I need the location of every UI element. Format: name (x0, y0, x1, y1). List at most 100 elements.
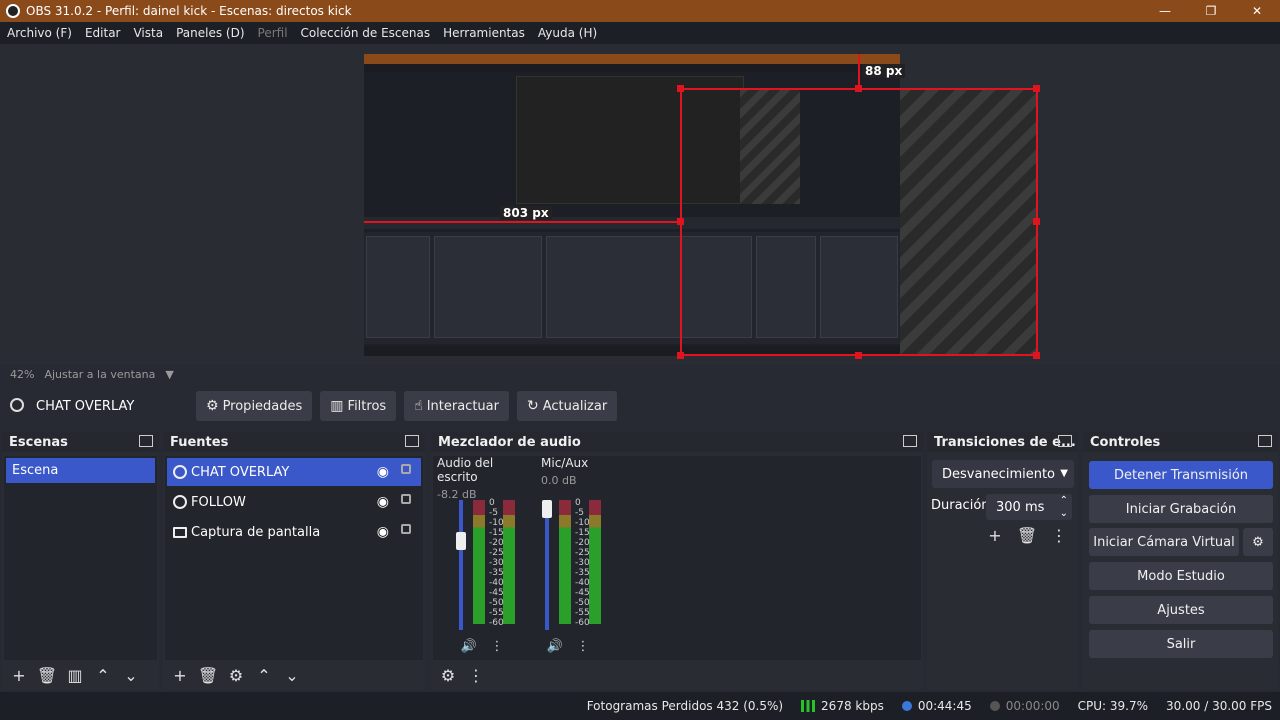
menu-ayuda[interactable]: Ayuda (H) (531, 26, 603, 40)
lock-icon[interactable] (401, 464, 411, 474)
refresh-button[interactable]: ↻ Actualizar (516, 391, 618, 421)
close-button[interactable]: ✕ (1234, 0, 1280, 22)
speaker-icon[interactable]: 🔊 (545, 636, 565, 656)
preview-nested-dock (366, 236, 430, 338)
resize-handle[interactable] (677, 85, 684, 92)
volume-knob[interactable] (456, 532, 466, 550)
distance-guide-horizontal (364, 221, 680, 223)
resize-handle[interactable] (855, 352, 862, 359)
volume-knob[interactable] (542, 500, 552, 518)
resize-handle[interactable] (677, 218, 684, 225)
move-down-icon[interactable]: ⌄ (120, 664, 142, 686)
menu-paneles[interactable]: Paneles (D) (169, 26, 250, 40)
browser-source-icon (173, 465, 187, 479)
virtual-camera-gear-icon[interactable]: ⚙ (1243, 528, 1273, 556)
more-options-icon[interactable]: ⋮ (487, 636, 507, 656)
undock-icon[interactable] (903, 435, 917, 447)
eye-icon[interactable]: ◉ (377, 524, 389, 540)
eye-icon[interactable]: ◉ (377, 494, 389, 510)
status-bar: Fotogramas Perdidos 432 (0.5%) 2678 kbps… (0, 692, 1280, 720)
gear-icon[interactable]: ⚙ (225, 664, 247, 686)
properties-button[interactable]: ⚙ Propiedades (196, 391, 313, 421)
lock-icon[interactable] (401, 494, 411, 504)
add-icon[interactable]: + (8, 664, 30, 686)
channel-footer: 🔊 ⋮ (459, 636, 515, 656)
tick: 0 (489, 498, 495, 508)
filters-button[interactable]: ▥ Filtros (320, 391, 397, 421)
filter-icon: ▥ (330, 398, 344, 414)
tick: -25 (489, 548, 504, 558)
trash-icon[interactable]: 🗑 (1016, 524, 1038, 546)
more-options-icon[interactable]: ⋮ (573, 636, 593, 656)
lock-icon[interactable] (401, 524, 411, 534)
resize-handle[interactable] (1033, 352, 1040, 359)
resize-handle[interactable] (1033, 218, 1040, 225)
cpu-usage: CPU: 39.7% (1078, 699, 1148, 713)
trash-icon[interactable]: 🗑 (36, 664, 58, 686)
duration-spinbox[interactable]: 300 ms ⌃ ⌄ (986, 494, 1072, 520)
menu-coleccion-escenas[interactable]: Colección de Escenas (294, 26, 437, 40)
settings-button[interactable]: Ajustes (1089, 596, 1273, 624)
source-item[interactable]: FOLLOW ◉ (167, 488, 421, 516)
eye-icon[interactable]: ◉ (377, 464, 389, 480)
add-icon[interactable]: + (984, 524, 1006, 546)
add-icon[interactable]: + (169, 664, 191, 686)
fps: 30.00 / 30.00 FPS (1166, 699, 1272, 713)
mixer-channel: Mic/Aux 0.0 dB 0 -5 -10 -15 -20 -25 -30 … (537, 456, 633, 660)
tick: -5 (489, 508, 498, 518)
studio-mode-button[interactable]: Modo Estudio (1089, 562, 1273, 590)
scene-item[interactable]: Escena (6, 458, 155, 483)
tick: -60 (489, 618, 504, 628)
start-virtual-camera-button[interactable]: Iniciar Cámara Virtual (1089, 528, 1239, 556)
trash-icon[interactable]: 🗑 (197, 664, 219, 686)
fps-text: 30.00 / 30.00 FPS (1166, 699, 1272, 713)
move-up-icon[interactable]: ⌃ (253, 664, 275, 686)
resize-handle[interactable] (855, 85, 862, 92)
maximize-button[interactable]: ❐ (1188, 0, 1234, 22)
menu-editar[interactable]: Editar (78, 26, 127, 40)
undock-icon[interactable] (1258, 435, 1272, 447)
tick: -20 (575, 538, 590, 548)
advanced-audio-gear-icon[interactable]: ⚙ (437, 664, 459, 686)
channel-footer: 🔊 ⋮ (545, 636, 601, 656)
interact-button[interactable]: ☝ Interactuar (404, 391, 509, 421)
transition-type-select[interactable]: Desvanecimiento ▼ (932, 460, 1074, 488)
source-selection-box[interactable] (680, 88, 1038, 356)
volume-meter (503, 500, 515, 624)
more-options-icon[interactable]: ⋮ (465, 664, 487, 686)
undock-icon[interactable] (139, 435, 153, 447)
menu-archivo[interactable]: Archivo (F) (0, 26, 78, 40)
zoom-mode[interactable]: Ajustar a la ventana (44, 368, 155, 381)
undock-icon[interactable] (405, 435, 419, 447)
undock-icon[interactable] (1058, 435, 1072, 447)
source-item[interactable]: Captura de pantalla ◉ (167, 518, 421, 546)
resize-handle[interactable] (1033, 85, 1040, 92)
menu-herramientas[interactable]: Herramientas (436, 26, 531, 40)
volume-slider[interactable] (545, 500, 549, 630)
bitrate-text: 2678 kbps (821, 699, 884, 713)
spin-arrows-icon[interactable]: ⌃ ⌄ (1060, 494, 1068, 520)
move-down-icon[interactable]: ⌄ (281, 664, 303, 686)
sources-dock-header: Fuentes (163, 432, 425, 452)
volume-meter (473, 500, 485, 624)
resize-handle[interactable] (677, 352, 684, 359)
stop-streaming-button[interactable]: Detener Transmisión (1089, 461, 1273, 489)
speaker-icon[interactable]: 🔊 (459, 636, 479, 656)
zoom-dropdown-icon[interactable]: ▼ (165, 368, 173, 381)
menu-perfil[interactable]: Perfil (251, 26, 294, 40)
mixer-dock-header: Mezclador de audio (431, 432, 923, 452)
gear-icon: ⚙ (206, 398, 219, 414)
preview-nested-dock (434, 236, 542, 338)
start-recording-button[interactable]: Iniciar Grabación (1089, 495, 1273, 523)
tick: -45 (489, 588, 504, 598)
move-up-icon[interactable]: ⌃ (92, 664, 114, 686)
filter-icon[interactable]: ▥ (64, 664, 86, 686)
volume-slider[interactable] (459, 500, 463, 630)
menu-vista[interactable]: Vista (126, 26, 169, 40)
duration-label: Duración (931, 498, 990, 513)
source-item[interactable]: CHAT OVERLAY ◉ (167, 458, 421, 486)
more-options-icon[interactable]: ⋮ (1048, 524, 1070, 546)
minimize-button[interactable]: — (1142, 0, 1188, 22)
menu-bar: Archivo (F) Editar Vista Paneles (D) Per… (0, 22, 1280, 44)
exit-button[interactable]: Salir (1089, 630, 1273, 658)
